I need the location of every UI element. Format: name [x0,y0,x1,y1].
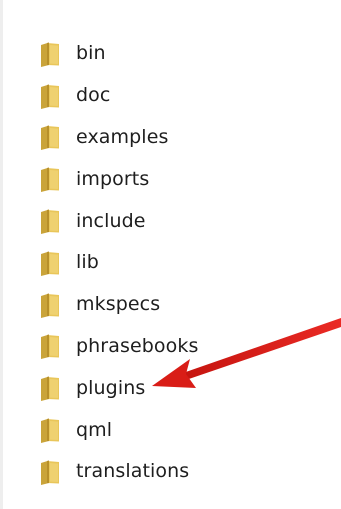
folder-label: plugins [76,376,146,399]
folder-icon [41,418,59,444]
panel-edge [0,0,3,509]
folder-icon [41,42,59,67]
folder-item-bin[interactable]: bin [38,33,318,75]
folder-item-imports[interactable]: imports [38,158,318,200]
folder-item-doc[interactable]: doc [38,75,318,117]
folder-label: phrasebooks [76,334,199,357]
folder-label: imports [76,167,150,190]
folder-label: qml [76,418,113,441]
folder-label: translations [76,460,190,483]
folder-list: bin doc examples imports include lib mks… [38,33,318,493]
folder-label: bin [76,42,106,65]
folder-icon [41,84,59,109]
folder-item-plugins[interactable]: plugins [38,367,318,409]
folder-label: doc [76,84,111,107]
folder-icon [41,293,59,318]
folder-icon [41,460,59,485]
folder-label: mkspecs [76,293,161,316]
file-list-panel: bin doc examples imports include lib mks… [0,0,341,509]
folder-item-translations[interactable]: translations [38,451,318,493]
folder-item-mkspecs[interactable]: mkspecs [38,284,318,326]
folder-item-examples[interactable]: examples [38,117,318,159]
folder-label: lib [76,251,99,274]
folder-icon [41,167,59,193]
folder-icon [41,334,59,360]
folder-icon [41,251,59,276]
folder-icon [41,125,59,151]
folder-item-phrasebooks[interactable]: phrasebooks [38,326,318,368]
folder-icon [41,209,59,235]
folder-label: examples [76,125,169,148]
folder-label: include [76,209,146,232]
folder-item-qml[interactable]: qml [38,409,318,451]
folder-item-lib[interactable]: lib [38,242,318,284]
folder-item-include[interactable]: include [38,200,318,242]
folder-icon [41,376,59,402]
